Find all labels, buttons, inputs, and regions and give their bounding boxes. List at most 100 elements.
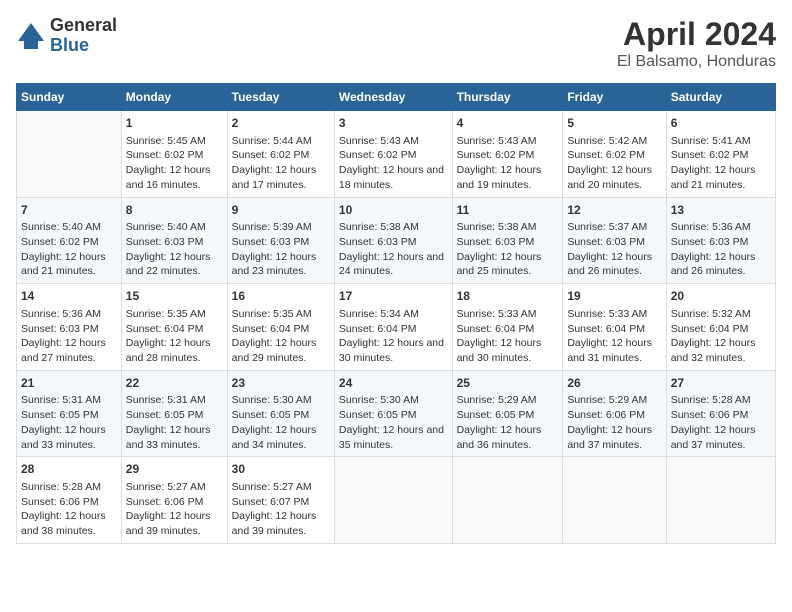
- sunrise: Sunrise: 5:38 AM: [339, 221, 419, 233]
- sunrise: Sunrise: 5:43 AM: [457, 135, 537, 147]
- sunset: Sunset: 6:04 PM: [457, 323, 535, 335]
- sunset: Sunset: 6:04 PM: [126, 323, 204, 335]
- sunrise: Sunrise: 5:33 AM: [567, 308, 647, 320]
- daylight: Daylight: 12 hours and 21 minutes.: [671, 164, 756, 191]
- day-number: 7: [21, 202, 117, 219]
- calendar-cell: 17Sunrise: 5:34 AMSunset: 6:04 PMDayligh…: [334, 284, 452, 371]
- col-thursday: Thursday: [452, 84, 563, 111]
- sunrise: Sunrise: 5:36 AM: [671, 221, 751, 233]
- daylight: Daylight: 12 hours and 27 minutes.: [21, 337, 106, 364]
- sunset: Sunset: 6:05 PM: [21, 409, 99, 421]
- daylight: Daylight: 12 hours and 28 minutes.: [126, 337, 211, 364]
- sunrise: Sunrise: 5:29 AM: [567, 394, 647, 406]
- day-number: 10: [339, 202, 448, 219]
- daylight: Daylight: 12 hours and 18 minutes.: [339, 164, 444, 191]
- calendar-week-4: 21 Sunrise: 5:31 AM Sunset: 6:05 PM Dayligh…: [17, 370, 776, 457]
- daylight: Daylight: 12 hours and 38 minutes.: [21, 510, 106, 537]
- daylight: Daylight: 12 hours and 39 minutes.: [232, 510, 317, 537]
- day-number: 21: [21, 375, 117, 392]
- daylight: Daylight: 12 hours and 20 minutes.: [567, 164, 652, 191]
- calendar-cell: 19Sunrise: 5:33 AMSunset: 6:04 PMDayligh…: [563, 284, 666, 371]
- calendar-cell: 22Sunrise: 5:31 AMSunset: 6:05 PMDayligh…: [121, 370, 227, 457]
- sunrise: Sunrise: 5:39 AM: [232, 221, 312, 233]
- sunrise: Sunrise: 5:28 AM: [21, 481, 101, 493]
- day-number: 9: [232, 202, 330, 219]
- sunset: Sunset: 6:05 PM: [339, 409, 417, 421]
- daylight: Daylight: 12 hours and 39 minutes.: [126, 510, 211, 537]
- location-title: El Balsamo, Honduras: [617, 53, 776, 71]
- daylight: Daylight: 12 hours and 23 minutes.: [232, 251, 317, 278]
- sunset: Sunset: 6:03 PM: [232, 236, 310, 248]
- sunrise: Sunrise: 5:30 AM: [339, 394, 419, 406]
- sunrise: Sunrise: 5:34 AM: [339, 308, 419, 320]
- daylight: Daylight: 12 hours and 30 minutes.: [339, 337, 444, 364]
- calendar-cell: 9 Sunrise: 5:39 AM Sunset: 6:03 PM Daylight…: [227, 197, 334, 284]
- sunset: Sunset: 6:03 PM: [21, 323, 99, 335]
- daylight: Daylight: 12 hours and 26 minutes.: [567, 251, 652, 278]
- sunrise: Sunrise: 5:28 AM: [671, 394, 751, 406]
- page-header: General Blue April 2024 El Balsamo, Hond…: [16, 16, 776, 71]
- day-number: 2: [232, 115, 330, 132]
- day-number: 6: [671, 115, 771, 132]
- daylight: Daylight: 12 hours and 25 minutes.: [457, 251, 542, 278]
- sunrise: Sunrise: 5:31 AM: [21, 394, 101, 406]
- col-wednesday: Wednesday: [334, 84, 452, 111]
- daylight: Daylight: 12 hours and 26 minutes.: [671, 251, 756, 278]
- daylight: Daylight: 12 hours and 29 minutes.: [232, 337, 317, 364]
- day-number: 24: [339, 375, 448, 392]
- calendar-cell: 14Sunrise: 5:36 AMSunset: 6:03 PMDayligh…: [17, 284, 122, 371]
- sunrise: Sunrise: 5:40 AM: [21, 221, 101, 233]
- calendar-cell: 13 Sunrise: 5:36 AM Sunset: 6:03 PM Dayligh…: [666, 197, 775, 284]
- sunset: Sunset: 6:02 PM: [126, 149, 204, 161]
- calendar-cell: 6Sunrise: 5:41 AMSunset: 6:02 PMDaylight…: [666, 111, 775, 198]
- calendar-cell: 15Sunrise: 5:35 AMSunset: 6:04 PMDayligh…: [121, 284, 227, 371]
- calendar-cell: 10Sunrise: 5:38 AMSunset: 6:03 PMDayligh…: [334, 197, 452, 284]
- sunset: Sunset: 6:02 PM: [567, 149, 645, 161]
- sunrise: Sunrise: 5:42 AM: [567, 135, 647, 147]
- calendar-cell: 3Sunrise: 5:43 AMSunset: 6:02 PMDaylight…: [334, 111, 452, 198]
- day-number: 20: [671, 288, 771, 305]
- sunrise: Sunrise: 5:35 AM: [126, 308, 206, 320]
- calendar-cell: 30Sunrise: 5:27 AMSunset: 6:07 PMDayligh…: [227, 457, 334, 544]
- sunrise: Sunrise: 5:35 AM: [232, 308, 312, 320]
- sunset: Sunset: 6:06 PM: [21, 496, 99, 508]
- day-number: 13: [671, 202, 771, 219]
- calendar-cell: 29Sunrise: 5:27 AMSunset: 6:06 PMDayligh…: [121, 457, 227, 544]
- sunrise: Sunrise: 5:38 AM: [457, 221, 537, 233]
- daylight: Daylight: 12 hours and 16 minutes.: [126, 164, 211, 191]
- sunrise: Sunrise: 5:40 AM: [126, 221, 206, 233]
- calendar-cell: 7Sunrise: 5:40 AMSunset: 6:02 PMDaylight…: [17, 197, 122, 284]
- sunrise: Sunrise: 5:29 AM: [457, 394, 537, 406]
- day-number: 23: [232, 375, 330, 392]
- sunset: Sunset: 6:03 PM: [457, 236, 535, 248]
- calendar-cell: [17, 111, 122, 198]
- day-number: 12: [567, 202, 661, 219]
- day-number: 4: [457, 115, 559, 132]
- calendar-cell: 26Sunrise: 5:29 AMSunset: 6:06 PMDayligh…: [563, 370, 666, 457]
- day-number: 27: [671, 375, 771, 392]
- day-number: 25: [457, 375, 559, 392]
- header-row: Sunday Monday Tuesday Wednesday Thursday…: [17, 84, 776, 111]
- sunset: Sunset: 6:02 PM: [339, 149, 417, 161]
- col-sunday: Sunday: [17, 84, 122, 111]
- sunset: Sunset: 6:02 PM: [457, 149, 535, 161]
- calendar-week-1: 1Sunrise: 5:45 AMSunset: 6:02 PMDaylight…: [17, 111, 776, 198]
- calendar-cell: 16Sunrise: 5:35 AMSunset: 6:04 PMDayligh…: [227, 284, 334, 371]
- day-number: 17: [339, 288, 448, 305]
- sunset: Sunset: 6:03 PM: [671, 236, 749, 248]
- sunset: Sunset: 6:02 PM: [21, 236, 99, 248]
- sunrise: Sunrise: 5:41 AM: [671, 135, 751, 147]
- sunrise: Sunrise: 5:36 AM: [21, 308, 101, 320]
- sunrise: Sunrise: 5:27 AM: [232, 481, 312, 493]
- sunset: Sunset: 6:04 PM: [671, 323, 749, 335]
- daylight: Daylight: 12 hours and 33 minutes.: [126, 424, 211, 451]
- month-title: April 2024: [617, 16, 776, 53]
- logo: General Blue: [16, 16, 117, 56]
- logo-blue: Blue: [50, 36, 117, 56]
- calendar-table: Sunday Monday Tuesday Wednesday Thursday…: [16, 83, 776, 544]
- calendar-week-3: 14Sunrise: 5:36 AMSunset: 6:03 PMDayligh…: [17, 284, 776, 371]
- sunset: Sunset: 6:07 PM: [232, 496, 310, 508]
- sunset: Sunset: 6:02 PM: [232, 149, 310, 161]
- calendar-cell: [452, 457, 563, 544]
- day-number: 18: [457, 288, 559, 305]
